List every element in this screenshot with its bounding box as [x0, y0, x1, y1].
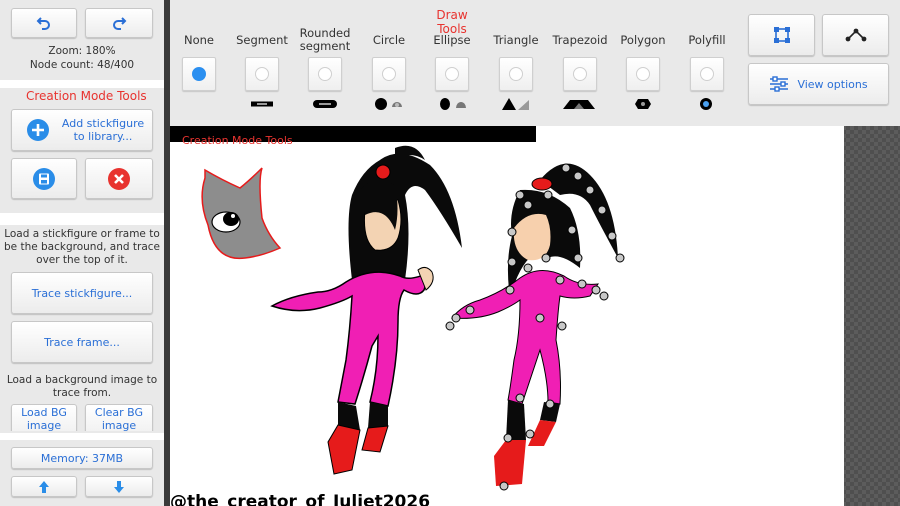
artwork-layer: [201, 145, 625, 491]
node-count-readout: Node count: 48/400: [29, 59, 135, 71]
bg-help-text: Load a background image to trace from.: [6, 374, 158, 399]
load-bg-button[interactable]: Load BG image: [11, 404, 77, 431]
creation-mode-title: Creation Mode Tools: [26, 89, 147, 103]
separator: [0, 80, 164, 88]
separator: [0, 213, 164, 225]
figure-stickfigure-right: [445, 163, 625, 491]
add-stickfigure-button[interactable]: Add stickfigure to library...: [11, 109, 153, 151]
polygon-icon: [635, 99, 651, 109]
segment-icon: [251, 101, 273, 107]
select-mode-button[interactable]: [748, 14, 815, 56]
cat-head-drawing: [201, 167, 282, 260]
polyfill-icon: [700, 98, 712, 110]
tool-radio-ellipse[interactable]: [435, 57, 469, 91]
draw-tools-title: Draw Tools: [436, 8, 468, 36]
tool-radio-rounded-segment[interactable]: [308, 57, 342, 91]
redo-button[interactable]: [85, 8, 153, 38]
trace-frame-button[interactable]: Trace frame...: [11, 321, 153, 363]
trace-help-text: Load a stickfigure or frame to be the ba…: [3, 228, 160, 266]
separator: [0, 433, 164, 440]
clear-bg-button[interactable]: Clear BG image: [85, 404, 153, 431]
tool-radio-trapezoid[interactable]: [563, 57, 597, 91]
radio-dot: [318, 67, 332, 81]
tool-label-polygon: Polygon: [620, 33, 666, 47]
view-options-label: View options: [797, 77, 868, 91]
drawing-canvas[interactable]: Creation Mode Tools @the_creator_of_Juli…: [170, 126, 844, 506]
radio-dot: [700, 67, 714, 81]
tool-label-triangle: Triangle: [493, 33, 539, 47]
cancel-button[interactable]: [85, 158, 153, 199]
tool-radio-segment[interactable]: [245, 57, 279, 91]
redo-icon: [113, 17, 127, 30]
tool-label-segment: Segment: [236, 33, 288, 47]
undo-button[interactable]: [11, 8, 77, 38]
zoom-readout: Zoom: 180%: [48, 45, 116, 57]
tool-label-rounded-segment: Rounded segment: [299, 26, 351, 53]
rounded-segment-icon: [313, 100, 337, 108]
memory-button[interactable]: Memory: 37MB: [11, 447, 153, 469]
triangle-icon: [502, 98, 529, 110]
move-up-button[interactable]: [11, 476, 77, 497]
tool-radio-polyfill[interactable]: [690, 57, 724, 91]
arrow-down-icon: [114, 480, 124, 493]
draw-tools-bar: Draw Tools None Segment Rounded segment …: [170, 0, 900, 126]
tool-radio-none[interactable]: [182, 57, 216, 91]
radio-dot: [445, 67, 459, 81]
tool-radio-triangle[interactable]: [499, 57, 533, 91]
add-circle-icon: [27, 119, 49, 141]
ellipse-icon: [440, 98, 466, 110]
view-options-button[interactable]: View options: [748, 63, 889, 105]
tool-label-ellipse: Ellipse: [433, 33, 471, 47]
tool-label-trapezoid: Trapezoid: [552, 33, 608, 47]
tool-label-polyfill: Polyfill: [688, 33, 726, 47]
radio-dot: [509, 67, 523, 81]
tool-label-circle: Circle: [372, 33, 406, 47]
radio-dot: [636, 67, 650, 81]
circle-icon: [375, 98, 402, 110]
undo-icon: [36, 17, 50, 30]
add-stickfigure-label: Add stickfigure to library...: [61, 117, 145, 143]
sliders-icon: [770, 76, 789, 92]
radio-dot: [382, 67, 396, 81]
radio-dot: [192, 67, 206, 81]
close-icon: [108, 167, 130, 190]
selection-box-icon: [773, 27, 790, 43]
move-down-button[interactable]: [85, 476, 153, 497]
figure-drawing-left: [270, 145, 462, 475]
trapezoid-icon: [563, 100, 595, 109]
save-button[interactable]: [11, 158, 77, 199]
arrow-up-icon: [39, 480, 49, 493]
tool-radio-circle[interactable]: [372, 57, 406, 91]
trace-stickfigure-button[interactable]: Trace stickfigure...: [11, 272, 153, 314]
radio-dot: [255, 67, 269, 81]
radio-dot: [573, 67, 587, 81]
bg-buttons-clip: Load BG image Clear BG image: [0, 404, 164, 431]
node-mode-button[interactable]: [822, 14, 889, 56]
left-panel: Zoom: 180% Node count: 48/400 Creation M…: [0, 0, 164, 506]
tool-radio-polygon[interactable]: [626, 57, 660, 91]
watermark-text: @the_creator_of_Juliet2026: [170, 492, 431, 506]
save-disk-icon: [33, 167, 55, 190]
node-path-icon: [845, 28, 866, 42]
tool-label-none: None: [183, 33, 214, 47]
